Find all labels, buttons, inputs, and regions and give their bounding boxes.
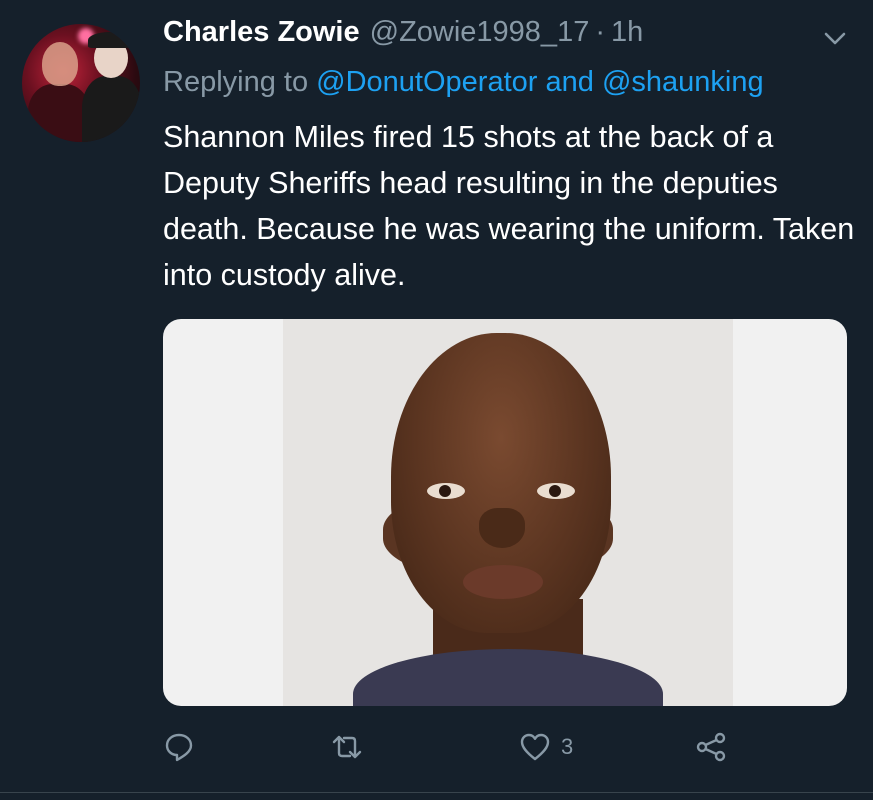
chevron-down-icon[interactable] [820, 28, 850, 50]
mention-link-1[interactable]: @DonutOperator [316, 66, 537, 98]
retweet-icon [332, 735, 362, 759]
reply-icon [165, 733, 193, 762]
photo-face [391, 333, 611, 633]
author-name[interactable]: Charles Zowie [163, 16, 360, 49]
photo-eye-left [427, 483, 465, 499]
avatar-person-right [82, 76, 140, 142]
replying-to-label: Replying to [163, 66, 309, 98]
share-button[interactable] [695, 725, 727, 769]
avatar-cap [88, 32, 132, 48]
tweet-media-photo[interactable] [163, 319, 847, 706]
reply-button[interactable] [163, 725, 195, 769]
tweet-timestamp[interactable]: 1h [611, 16, 643, 49]
photo-mouth [463, 565, 543, 599]
like-count: 3 [561, 734, 574, 759]
replying-to: Replying to @DonutOperator and @shaunkin… [163, 66, 764, 99]
retweet-button[interactable] [331, 725, 363, 769]
header-separator: · [595, 16, 605, 48]
like-button[interactable]: 3 [519, 725, 573, 769]
tweet-actions: 3 [163, 725, 847, 775]
share-icon [696, 732, 726, 762]
heart-icon [520, 733, 550, 761]
avatar[interactable] [22, 24, 140, 142]
tweet-header: Charles Zowie @Zowie1998_17 · 1h [163, 16, 843, 60]
mention-link-2[interactable]: @shaunking [602, 66, 764, 98]
photo-eye-right [537, 483, 575, 499]
photo-nose [479, 508, 525, 548]
avatar-face-left [42, 42, 78, 86]
avatar-person-left [28, 84, 90, 142]
author-handle[interactable]: @Zowie1998_17 [370, 16, 590, 49]
tweet-divider [0, 792, 873, 793]
mention-and[interactable]: and [546, 66, 594, 98]
tweet-text: Shannon Miles fired 15 shots at the back… [163, 120, 855, 292]
